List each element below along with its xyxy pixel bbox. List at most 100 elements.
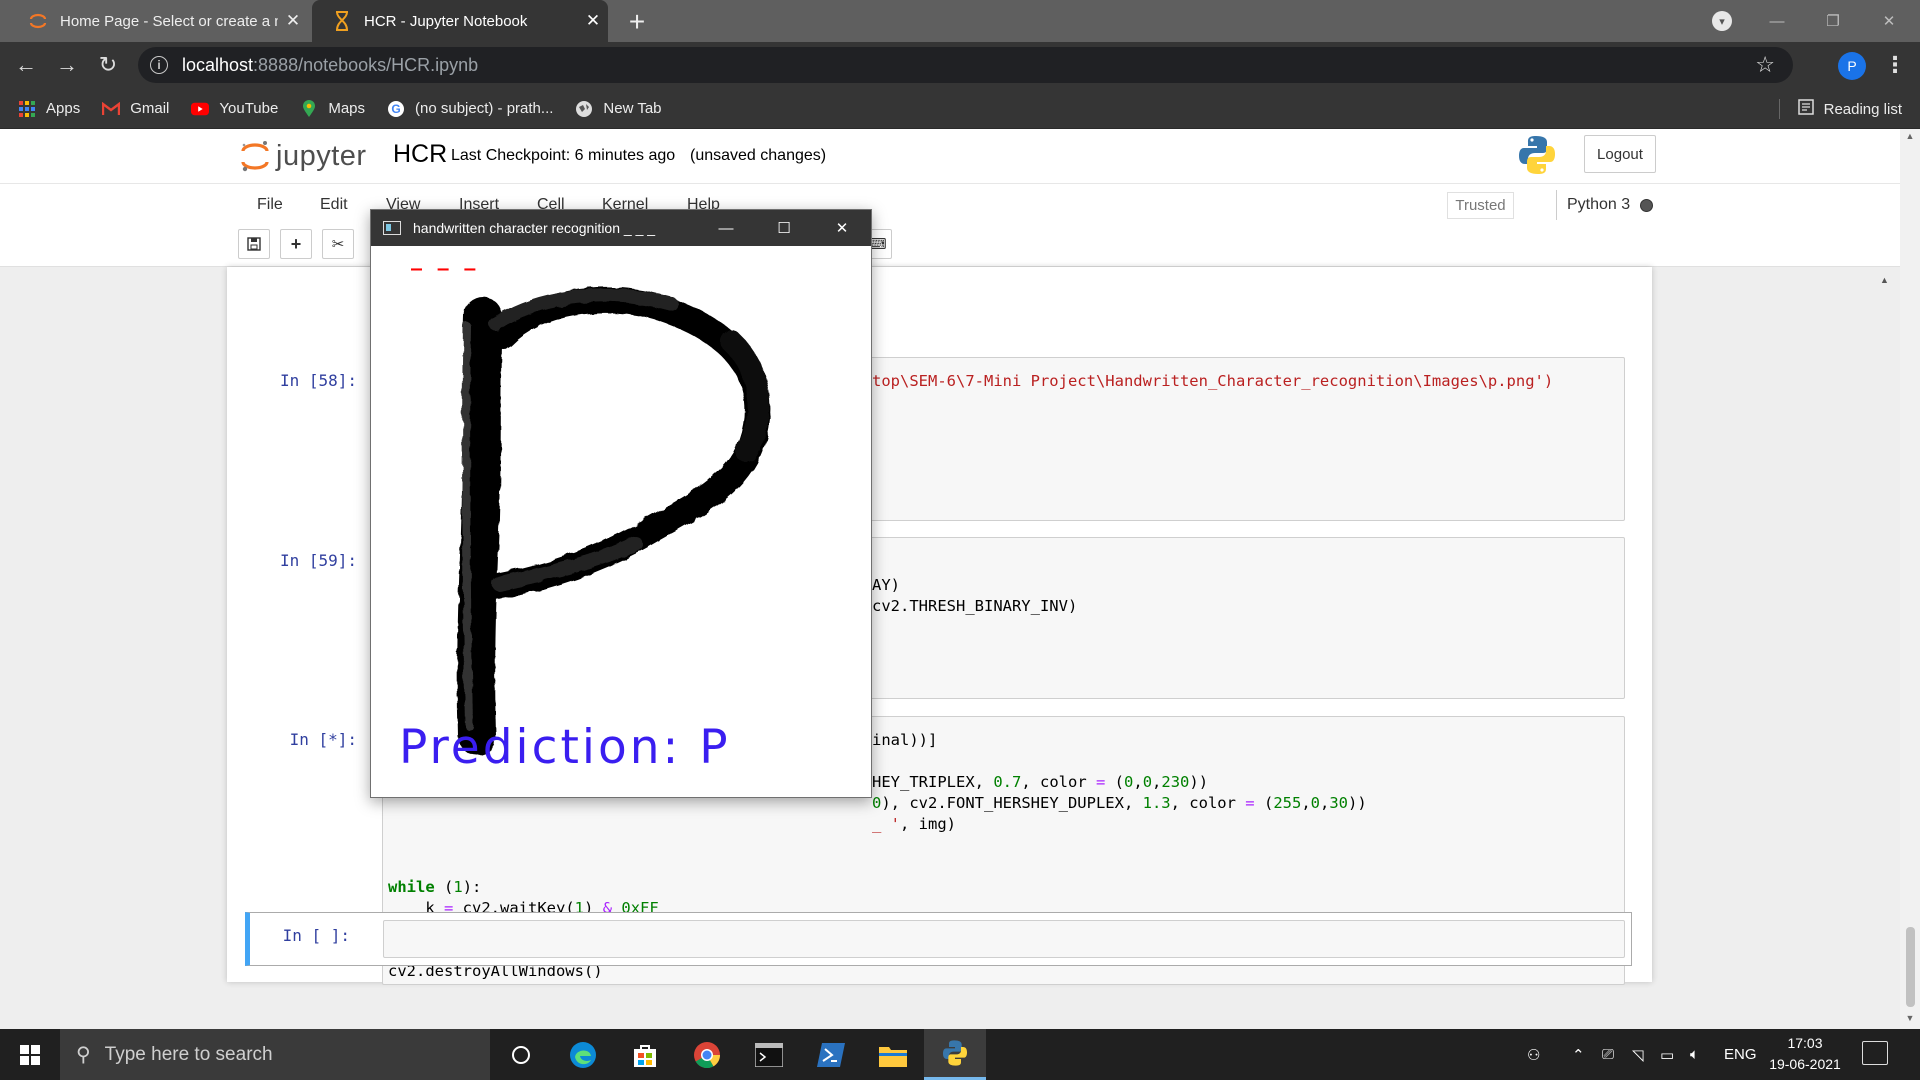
code-line: AY) — [872, 576, 900, 594]
show-hidden-icons-icon[interactable]: ⌃ — [1572, 1029, 1585, 1080]
reading-list-icon — [1797, 99, 1814, 119]
page-viewport: jupyter HCR Last Checkpoint: 6 minutes a… — [0, 129, 1900, 1029]
start-button[interactable] — [0, 1029, 60, 1080]
back-icon[interactable]: ← — [10, 49, 42, 81]
profile-avatar[interactable]: P — [1838, 52, 1866, 80]
close-icon[interactable]: ✕ — [578, 11, 608, 31]
bookmark-new-tab[interactable]: New Tab — [575, 100, 662, 118]
menu-kebab-icon[interactable]: ⋮ — [1884, 52, 1906, 78]
trusted-indicator[interactable]: Trusted — [1447, 192, 1514, 219]
kernel-name: Python 3 — [1567, 196, 1631, 213]
save-icon[interactable] — [238, 229, 270, 259]
code-line: while (1): — [388, 878, 482, 896]
kernel-indicator[interactable]: Python 3 — [1556, 190, 1654, 220]
jupyter-logo[interactable]: jupyter — [240, 139, 367, 173]
scroll-down-icon[interactable]: ▼ — [1900, 1013, 1920, 1029]
bookmark-youtube[interactable]: YouTube — [191, 100, 278, 118]
svg-text:G: G — [391, 102, 400, 116]
scroll-thumb[interactable] — [1906, 927, 1915, 1007]
bookmark-apps[interactable]: Apps — [18, 100, 80, 118]
powershell-icon[interactable] — [800, 1029, 862, 1080]
reading-list[interactable]: Reading list — [1778, 89, 1902, 129]
bookmark-maps[interactable]: Maps — [300, 99, 365, 118]
globe-icon — [575, 100, 593, 118]
bookmark-no-subject[interactable]: G (no subject) - prath... — [387, 100, 553, 118]
minimize-icon[interactable]: — — [1754, 0, 1800, 42]
tab-title: HCR - Jupyter Notebook — [364, 12, 528, 30]
code-line: cv2.THRESH_BINARY_INV) — [872, 597, 1078, 615]
reload-icon[interactable]: ↻ — [92, 49, 124, 81]
task-view-icon[interactable] — [490, 1029, 552, 1080]
store-icon[interactable] — [614, 1029, 676, 1080]
add-cell-icon[interactable]: + — [280, 229, 312, 259]
notebook-name[interactable]: HCR — [393, 140, 447, 169]
taskbar-search-box[interactable]: ⚲ Type here to search — [60, 1029, 490, 1080]
cell-prompt: In [58]: — [279, 371, 357, 390]
bookmark-label: (no subject) - prath... — [415, 100, 554, 117]
page-scrollbar[interactable]: ▲ ▼ — [1900, 129, 1920, 1029]
window-app-icon — [383, 221, 401, 235]
bookmark-label: New Tab — [603, 100, 662, 117]
opencv-canvas: _ _ _ Prediction: P — [371, 246, 871, 797]
unsaved-status: (unsaved changes) — [690, 147, 827, 164]
scroll-up-icon[interactable]: ▲ — [1900, 131, 1920, 147]
python-icon[interactable] — [924, 1029, 986, 1080]
menu-edit[interactable]: Edit — [320, 196, 348, 214]
address-bar[interactable]: i localhost:8888/notebooks/HCR.ipynb ☆ — [138, 47, 1793, 83]
tab-hcr-notebook[interactable]: HCR - Jupyter Notebook ✕ — [312, 0, 608, 42]
volume-icon[interactable]: 🔈︎ — [1690, 1029, 1699, 1080]
code-line: 0), cv2.FONT_HERSHEY_DUPLEX, 1.3, color … — [872, 794, 1367, 812]
battery-icon[interactable]: ▭ — [1660, 1029, 1674, 1080]
google-icon: G — [387, 100, 405, 118]
network-icon[interactable]: ◹ — [1632, 1029, 1644, 1080]
edge-icon[interactable] — [552, 1029, 614, 1080]
taskbar-clock[interactable]: 17:03 19-06-2021 — [1755, 1033, 1855, 1075]
page-scroll-up-arrow[interactable]: ▲ — [1880, 275, 1889, 285]
bookmarks-bar: Apps Gmail YouTube Maps G (no subject) -… — [0, 89, 1920, 129]
bookmark-star-icon[interactable]: ☆ — [1755, 52, 1775, 78]
code-line: inal))] — [872, 731, 938, 749]
opencv-window[interactable]: handwritten character recognition _ _ _ … — [370, 209, 872, 798]
chrome-icon[interactable] — [676, 1029, 738, 1080]
reading-list-label: Reading list — [1823, 100, 1902, 118]
tab-home-page[interactable]: Home Page - Select or create a n ✕ — [8, 0, 308, 42]
jupyter-header: jupyter HCR Last Checkpoint: 6 minutes a… — [0, 129, 1900, 183]
gmail-icon — [102, 100, 121, 118]
selected-cell[interactable]: In [ ]: — [245, 912, 1632, 966]
url-host: localhost — [182, 54, 254, 75]
tab-search-icon[interactable]: ▾ — [1712, 11, 1732, 31]
menu-file[interactable]: File — [257, 196, 283, 214]
close-window-icon[interactable]: ✕ — [1866, 0, 1912, 42]
browser-tab-strip: Home Page - Select or create a n ✕ HCR -… — [0, 0, 1920, 42]
cell-prompt: In [59]: — [279, 551, 357, 570]
code-cell-input[interactable] — [383, 920, 1625, 958]
meet-now-icon[interactable]: ⎚ — [1602, 1029, 1614, 1080]
minimize-icon[interactable]: — — [697, 210, 755, 246]
logout-button[interactable]: Logout — [1584, 135, 1656, 173]
cut-icon[interactable]: ✂ — [322, 229, 354, 259]
opencv-window-title: handwritten character recognition _ _ _ — [413, 220, 656, 236]
opencv-titlebar[interactable]: handwritten character recognition _ _ _ … — [371, 210, 871, 246]
terminal-icon[interactable] — [738, 1029, 800, 1080]
browser-toolbar: ← → ↻ i localhost:8888/notebooks/HCR.ipy… — [0, 42, 1920, 89]
new-tab-button[interactable]: + — [622, 6, 652, 38]
close-icon[interactable]: ✕ — [278, 11, 308, 31]
bookmark-gmail[interactable]: Gmail — [102, 100, 169, 118]
file-explorer-icon[interactable] — [862, 1029, 924, 1080]
jupyter-menubar: File Edit View Insert Cell Kernel Help T… — [0, 183, 1900, 229]
python-logo-icon — [1519, 136, 1555, 174]
language-indicator[interactable]: ENG — [1724, 1029, 1757, 1080]
code-line: _ ', img) — [872, 815, 956, 833]
info-icon[interactable]: i — [150, 56, 168, 74]
people-icon[interactable]: ⚇ — [1527, 1029, 1540, 1080]
hourglass-icon — [332, 11, 352, 31]
notification-center-icon[interactable] — [1862, 1041, 1888, 1065]
forward-icon[interactable]: → — [51, 49, 83, 81]
maps-icon — [300, 99, 318, 118]
close-icon[interactable]: ✕ — [813, 210, 871, 246]
code-line: HEY_TRIPLEX, 0.7, color = (0,0,230)) — [872, 773, 1209, 791]
restore-icon[interactable]: ❐ — [1810, 0, 1856, 42]
maximize-icon[interactable]: ☐ — [755, 210, 813, 246]
kernel-busy-icon — [1640, 198, 1654, 212]
windows-taskbar: ⚲ Type here to search ⚇ ⌃ ⎚ ◹ ▭ 🔈︎ ENG 1… — [0, 1029, 1920, 1080]
